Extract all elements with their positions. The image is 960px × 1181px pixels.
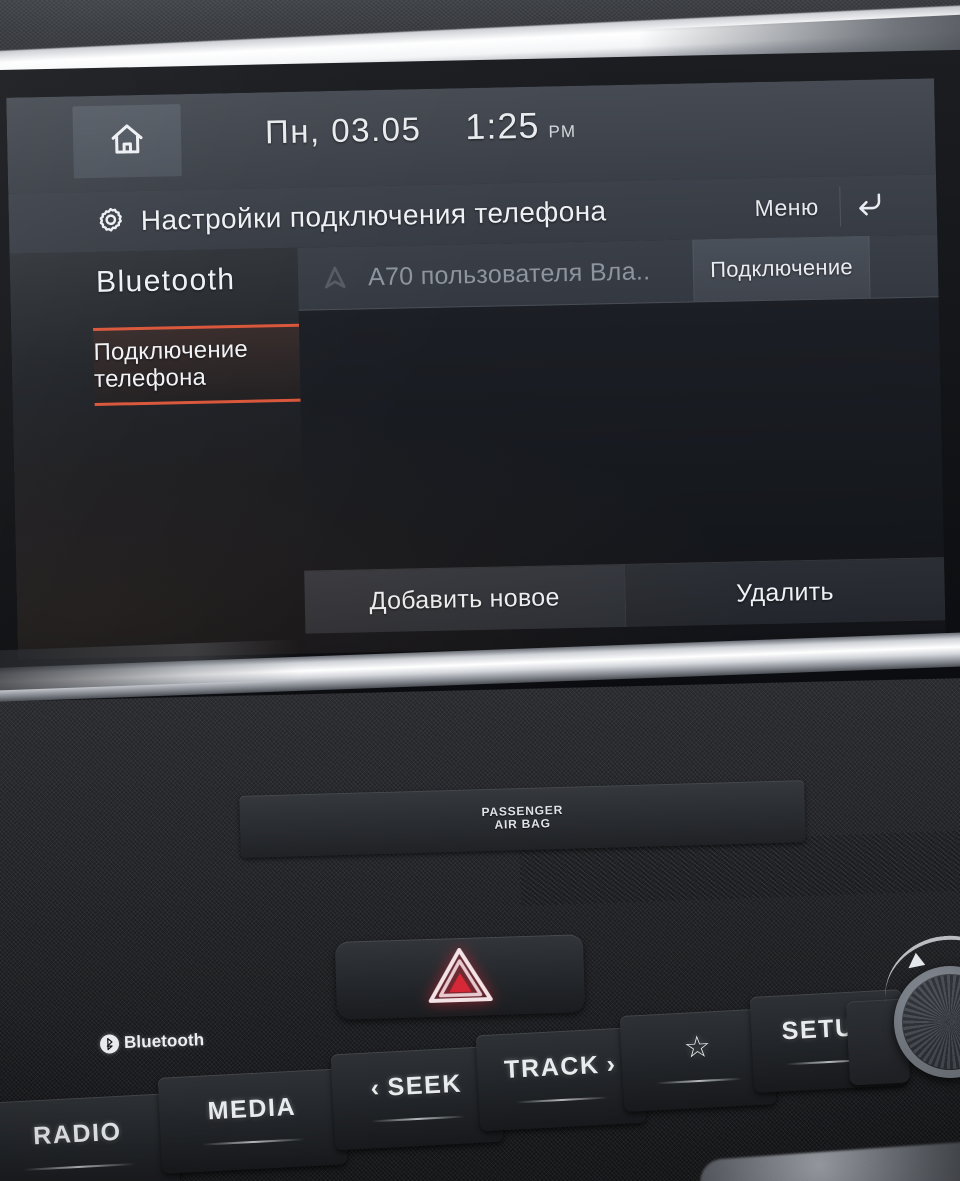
back-button[interactable] (846, 181, 895, 228)
button-underline (201, 1138, 306, 1146)
star-icon: ☆ (683, 1030, 712, 1065)
time-label: 1:25 (464, 104, 540, 148)
home-icon (108, 119, 147, 163)
chevron-left-icon: ‹ (369, 1073, 382, 1103)
connect-button-label: Подключение (709, 254, 854, 283)
airbag-line-2: AIR BAG (494, 816, 551, 833)
page-title: Настройки подключения телефона (140, 195, 607, 236)
action-bar: Добавить новое Удалить (304, 557, 946, 634)
infotainment-photo: Пн, 03.05 1:25 PM Настройки подключения … (0, 0, 960, 1181)
passenger-airbag-label: PASSENGER AIR BAG (481, 803, 563, 833)
bluetooth-badge-label: Bluetooth (123, 1030, 205, 1052)
track-button-label: TRACK › (503, 1050, 617, 1085)
radio-button[interactable]: RADIO (0, 1092, 181, 1181)
bluetooth-badge: Bluetooth (99, 1030, 205, 1054)
button-underline (656, 1077, 742, 1085)
ampm-label: PM (548, 121, 577, 142)
sidebar-item-label: Подключение телефона (93, 335, 249, 393)
add-new-button[interactable]: Добавить новое (304, 564, 625, 634)
clock: Пн, 03.05 1:25 PM (265, 104, 577, 168)
chevron-right-icon: › (605, 1050, 618, 1079)
bluetooth-icon (99, 1033, 120, 1054)
media-button[interactable]: MEDIA (157, 1068, 348, 1174)
button-underline (371, 1115, 466, 1123)
sidebar-item-phone-connection[interactable]: Подключение телефона (93, 323, 301, 406)
side-nav-heading: Bluetooth (95, 263, 236, 299)
device-name: A70 пользователя Вла.. (367, 256, 651, 291)
hazard-lights-button[interactable] (334, 934, 586, 1020)
back-arrow-icon (852, 188, 889, 222)
gear-icon (95, 205, 128, 238)
media-button-label: MEDIA (206, 1092, 297, 1126)
home-button[interactable] (72, 104, 182, 179)
infotainment-screen[interactable]: Пн, 03.05 1:25 PM Настройки подключения … (6, 78, 946, 660)
delete-button-label: Удалить (735, 577, 835, 608)
connect-button[interactable]: Подключение (692, 235, 871, 302)
delete-button[interactable]: Удалить (624, 558, 946, 627)
settings-body: Bluetooth Подключение телефона A70 польз… (9, 234, 946, 660)
title-bar-divider (839, 186, 842, 227)
device-chevron-icon (320, 263, 351, 294)
button-underline (515, 1096, 609, 1104)
date-label: Пн, 03.05 (264, 110, 422, 151)
hazard-triangle-icon (427, 946, 493, 1009)
menu-button[interactable]: Меню (744, 185, 829, 231)
seek-text: SEEK (386, 1069, 463, 1102)
menu-button-label: Меню (754, 193, 819, 221)
button-underline (23, 1163, 136, 1171)
track-text: TRACK (503, 1050, 601, 1084)
radio-button-label: RADIO (32, 1117, 123, 1151)
side-navigation: Bluetooth Подключение телефона (9, 247, 306, 660)
device-list-pane: A70 пользователя Вла.. Подключение Добав… (297, 234, 946, 654)
add-new-button-label: Добавить новое (369, 582, 560, 615)
seek-button-label: ‹ SEEK (370, 1070, 463, 1104)
device-list-empty-area (299, 296, 944, 569)
